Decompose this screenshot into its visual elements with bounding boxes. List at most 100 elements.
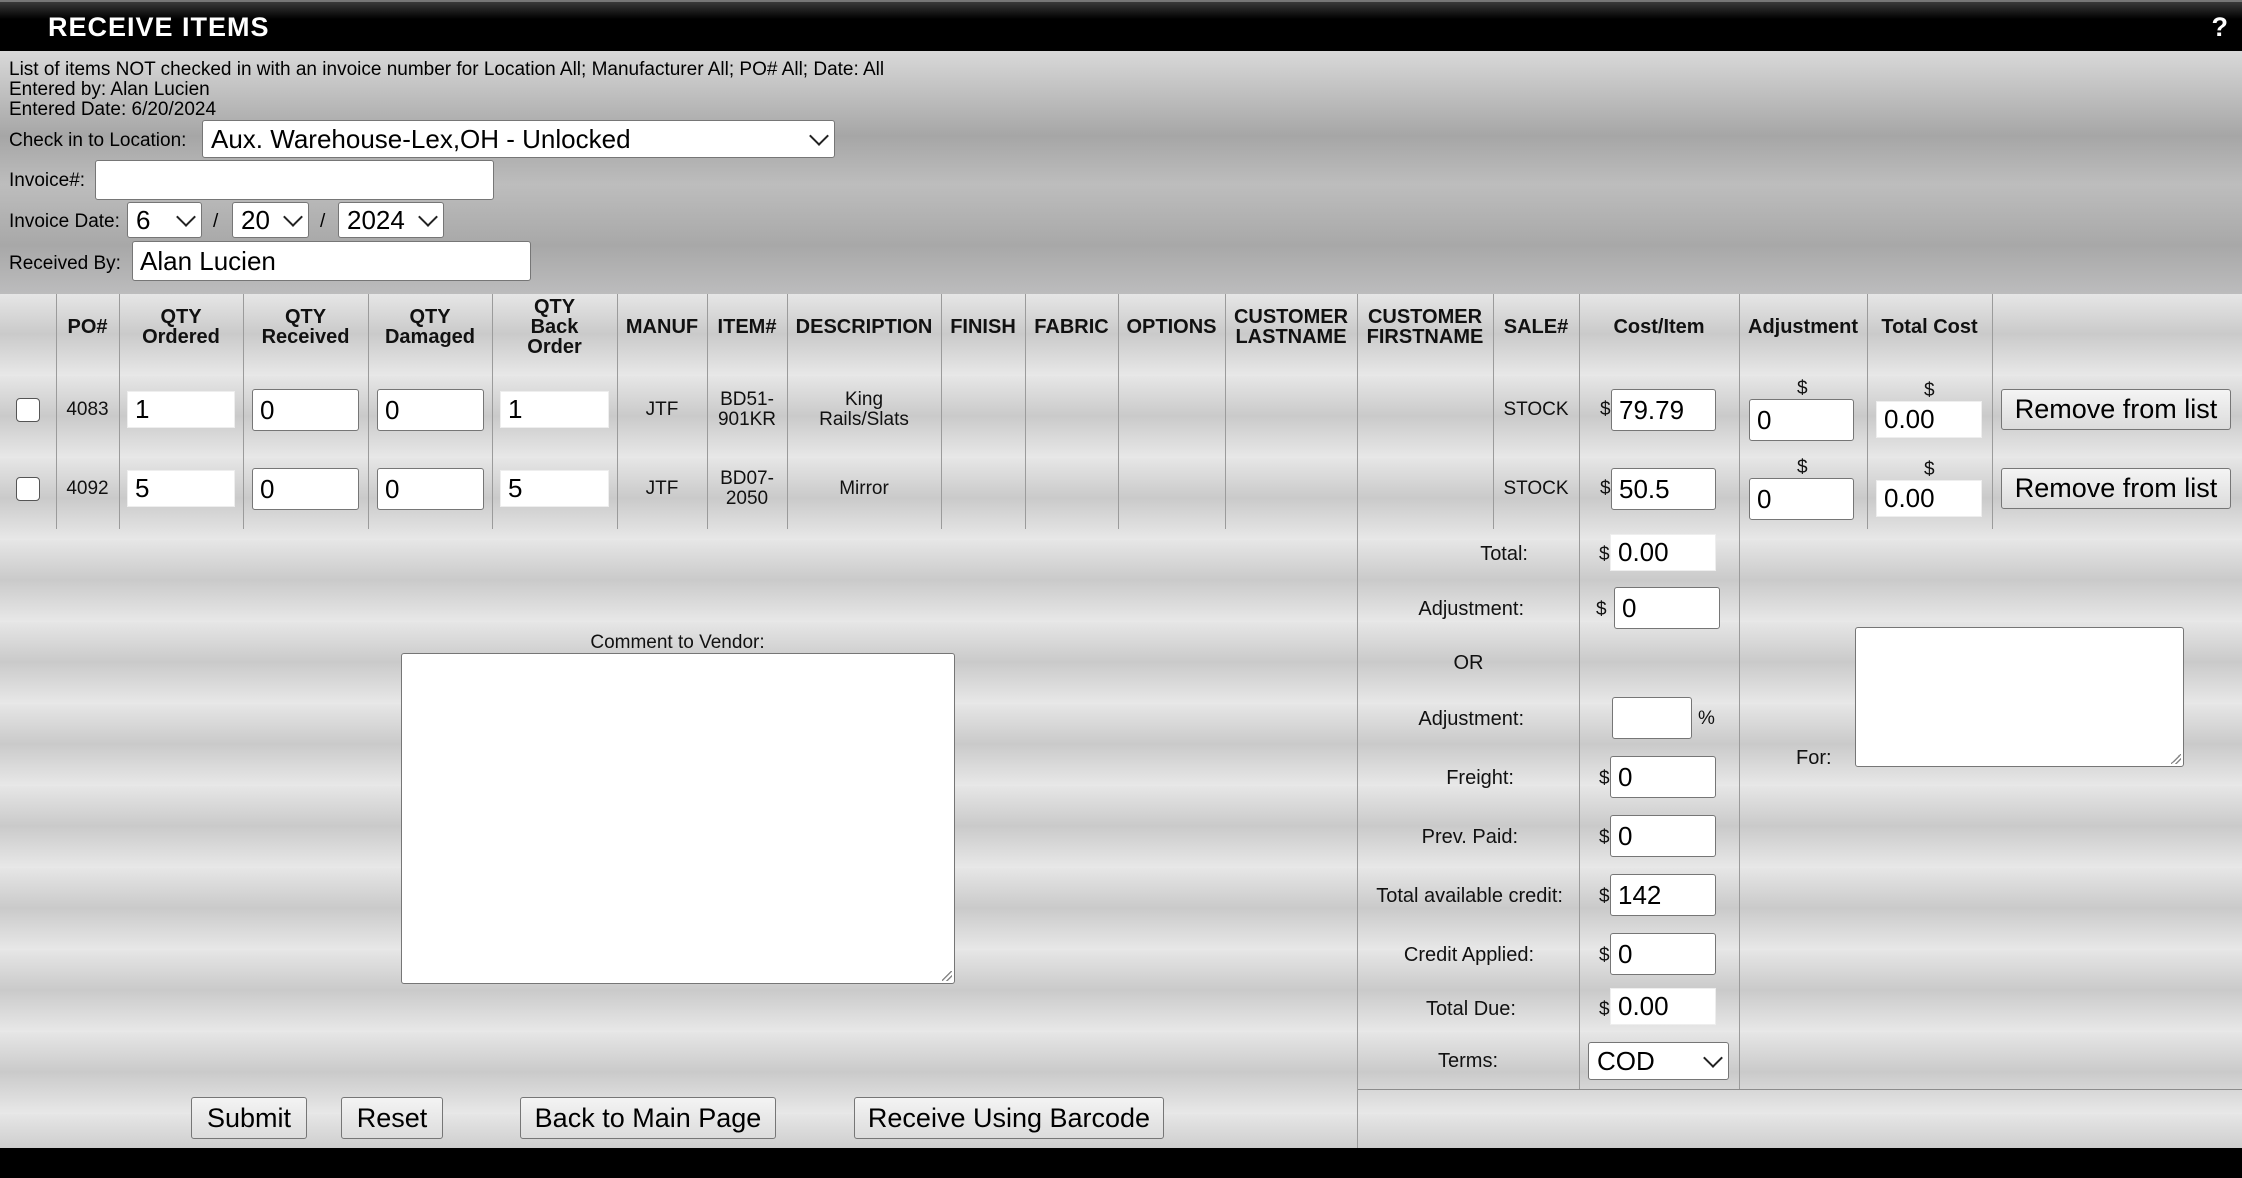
header-text: QTY bbox=[533, 296, 576, 318]
header-text: QTY bbox=[284, 306, 327, 328]
header-text: FIRSTNAME bbox=[1366, 326, 1484, 348]
qty-damaged-input[interactable]: 0 bbox=[377, 468, 484, 510]
row-description: King Rails/Slats bbox=[787, 388, 941, 432]
item-text: BD51- bbox=[720, 389, 774, 410]
col-description: DESCRIPTION bbox=[795, 316, 933, 338]
percent-symbol: % bbox=[1698, 708, 1715, 729]
adjustment-percent-label: Adjustment: bbox=[1418, 708, 1524, 730]
received-by-input[interactable]: Alan Lucien bbox=[132, 241, 531, 281]
currency-symbol: $ bbox=[1797, 378, 1808, 399]
back-to-main-page-button[interactable]: Back to Main Page bbox=[520, 1097, 776, 1139]
qty-back-order-input[interactable]: 1 bbox=[500, 391, 609, 428]
row-checkbox[interactable] bbox=[16, 398, 40, 422]
adjustment-label: Adjustment: bbox=[1418, 598, 1524, 620]
for-label: For: bbox=[1796, 747, 1832, 769]
item-text: 2050 bbox=[725, 488, 769, 509]
header-text: CUSTOMER bbox=[1233, 306, 1349, 328]
location-select[interactable]: Aux. Warehouse-Lex,OH - Unlocked bbox=[202, 120, 835, 158]
prev-paid-input[interactable]: 0 bbox=[1610, 815, 1716, 857]
comment-label: Comment to Vendor: bbox=[590, 632, 765, 653]
row-item: BD07- 2050 bbox=[707, 467, 787, 511]
qty-back-order-input[interactable]: 5 bbox=[500, 470, 609, 507]
qty-received-input[interactable]: 0 bbox=[252, 389, 359, 431]
row-checkbox[interactable] bbox=[16, 477, 40, 501]
row-po: 4083 bbox=[66, 399, 109, 420]
total-available-credit-label: Total available credit: bbox=[1376, 885, 1563, 907]
total-available-credit-input[interactable]: 142 bbox=[1610, 874, 1716, 916]
row-manuf: JTF bbox=[645, 478, 679, 499]
total-due-input[interactable]: 0.00 bbox=[1610, 988, 1716, 1025]
remove-from-list-button[interactable]: Remove from list bbox=[2001, 468, 2231, 509]
help-icon[interactable]: ? bbox=[2212, 12, 2229, 43]
qty-damaged-input[interactable]: 0 bbox=[377, 389, 484, 431]
row-po: 4092 bbox=[66, 478, 109, 499]
total-label: Total: bbox=[1480, 543, 1528, 565]
header-text: LASTNAME bbox=[1235, 326, 1347, 348]
list-description: List of items NOT checked in with an inv… bbox=[9, 59, 885, 80]
cost-item-input[interactable]: 50.5 bbox=[1611, 468, 1716, 510]
chevron-down-icon bbox=[283, 206, 303, 227]
currency-symbol: $ bbox=[1599, 886, 1610, 907]
resize-handle-icon[interactable] bbox=[942, 971, 952, 981]
total-cost-input[interactable]: 0.00 bbox=[1876, 480, 1982, 517]
invoice-year-select[interactable]: 2024 bbox=[338, 202, 444, 238]
currency-symbol: $ bbox=[1797, 457, 1808, 478]
col-qty-ordered: QTY Ordered bbox=[119, 302, 243, 352]
terms-select[interactable]: COD bbox=[1588, 1042, 1729, 1080]
qty-received-input[interactable]: 0 bbox=[252, 468, 359, 510]
total-due-label: Total Due: bbox=[1425, 998, 1516, 1020]
adjustment-input[interactable]: 0 bbox=[1749, 478, 1854, 520]
qty-ordered-input[interactable]: 1 bbox=[127, 391, 235, 428]
receive-using-barcode-button[interactable]: Receive Using Barcode bbox=[854, 1097, 1164, 1139]
invoice-input[interactable] bbox=[95, 160, 494, 200]
invoice-month-select[interactable]: 6 bbox=[127, 202, 202, 238]
qty-ordered-input[interactable]: 5 bbox=[127, 470, 235, 507]
currency-symbol: $ bbox=[1924, 459, 1935, 480]
items-table: PO# QTY Ordered QTY Received QTY Damaged QT… bbox=[0, 294, 2242, 1148]
col-fabric: FABRIC bbox=[1034, 316, 1109, 338]
total-cost-input[interactable]: 0.00 bbox=[1876, 401, 1982, 438]
prev-paid-label: Prev. Paid: bbox=[1421, 826, 1518, 848]
row-sale: STOCK bbox=[1503, 478, 1569, 499]
col-po: PO# bbox=[67, 316, 108, 338]
date-separator: / bbox=[213, 211, 219, 232]
currency-symbol: $ bbox=[1924, 380, 1935, 401]
adjustment-input[interactable]: 0 bbox=[1749, 399, 1854, 441]
credit-applied-input[interactable]: 0 bbox=[1610, 933, 1716, 975]
comment-textarea[interactable] bbox=[401, 653, 955, 984]
col-customer-firstname: CUSTOMER FIRSTNAME bbox=[1357, 302, 1493, 352]
submit-button[interactable]: Submit bbox=[191, 1097, 307, 1139]
col-options: OPTIONS bbox=[1126, 316, 1217, 338]
currency-symbol: $ bbox=[1599, 999, 1610, 1020]
col-item: ITEM# bbox=[717, 316, 777, 338]
reset-button[interactable]: Reset bbox=[341, 1097, 443, 1139]
adjustment-percent-input[interactable] bbox=[1612, 697, 1692, 739]
col-cost-item: Cost/Item bbox=[1613, 316, 1705, 338]
currency-symbol: $ bbox=[1599, 768, 1610, 789]
remove-from-list-button[interactable]: Remove from list bbox=[2001, 389, 2231, 430]
row-sale: STOCK bbox=[1503, 399, 1569, 420]
credit-applied-label: Credit Applied: bbox=[1403, 944, 1534, 966]
freight-input[interactable]: 0 bbox=[1610, 756, 1716, 798]
row-item: BD51- 901KR bbox=[707, 388, 787, 432]
adjustment-amount-input[interactable]: 0 bbox=[1614, 587, 1720, 629]
cost-item-input[interactable]: 79.79 bbox=[1611, 389, 1716, 431]
item-text: 901KR bbox=[717, 409, 777, 430]
column-divider bbox=[1992, 294, 1993, 529]
entered-date: Entered Date: 6/20/2024 bbox=[9, 99, 217, 120]
received-by-label: Received By: bbox=[9, 253, 121, 274]
row-description: Mirror bbox=[839, 478, 889, 499]
resize-handle-icon[interactable] bbox=[2171, 754, 2181, 764]
col-manuf: MANUF bbox=[625, 316, 699, 338]
currency-symbol: $ bbox=[1600, 478, 1611, 499]
terms-value: COD bbox=[1597, 1045, 1655, 1076]
year-value: 2024 bbox=[347, 204, 405, 235]
column-divider bbox=[1739, 294, 1740, 1089]
for-textarea[interactable] bbox=[1855, 627, 2184, 767]
date-separator: / bbox=[320, 211, 326, 232]
col-qty-received: QTY Received bbox=[243, 302, 368, 352]
desc-text: Rails/Slats bbox=[819, 409, 909, 430]
location-value: Aux. Warehouse-Lex,OH - Unlocked bbox=[211, 123, 631, 154]
total-input[interactable]: 0.00 bbox=[1610, 534, 1716, 571]
invoice-day-select[interactable]: 20 bbox=[232, 202, 309, 238]
